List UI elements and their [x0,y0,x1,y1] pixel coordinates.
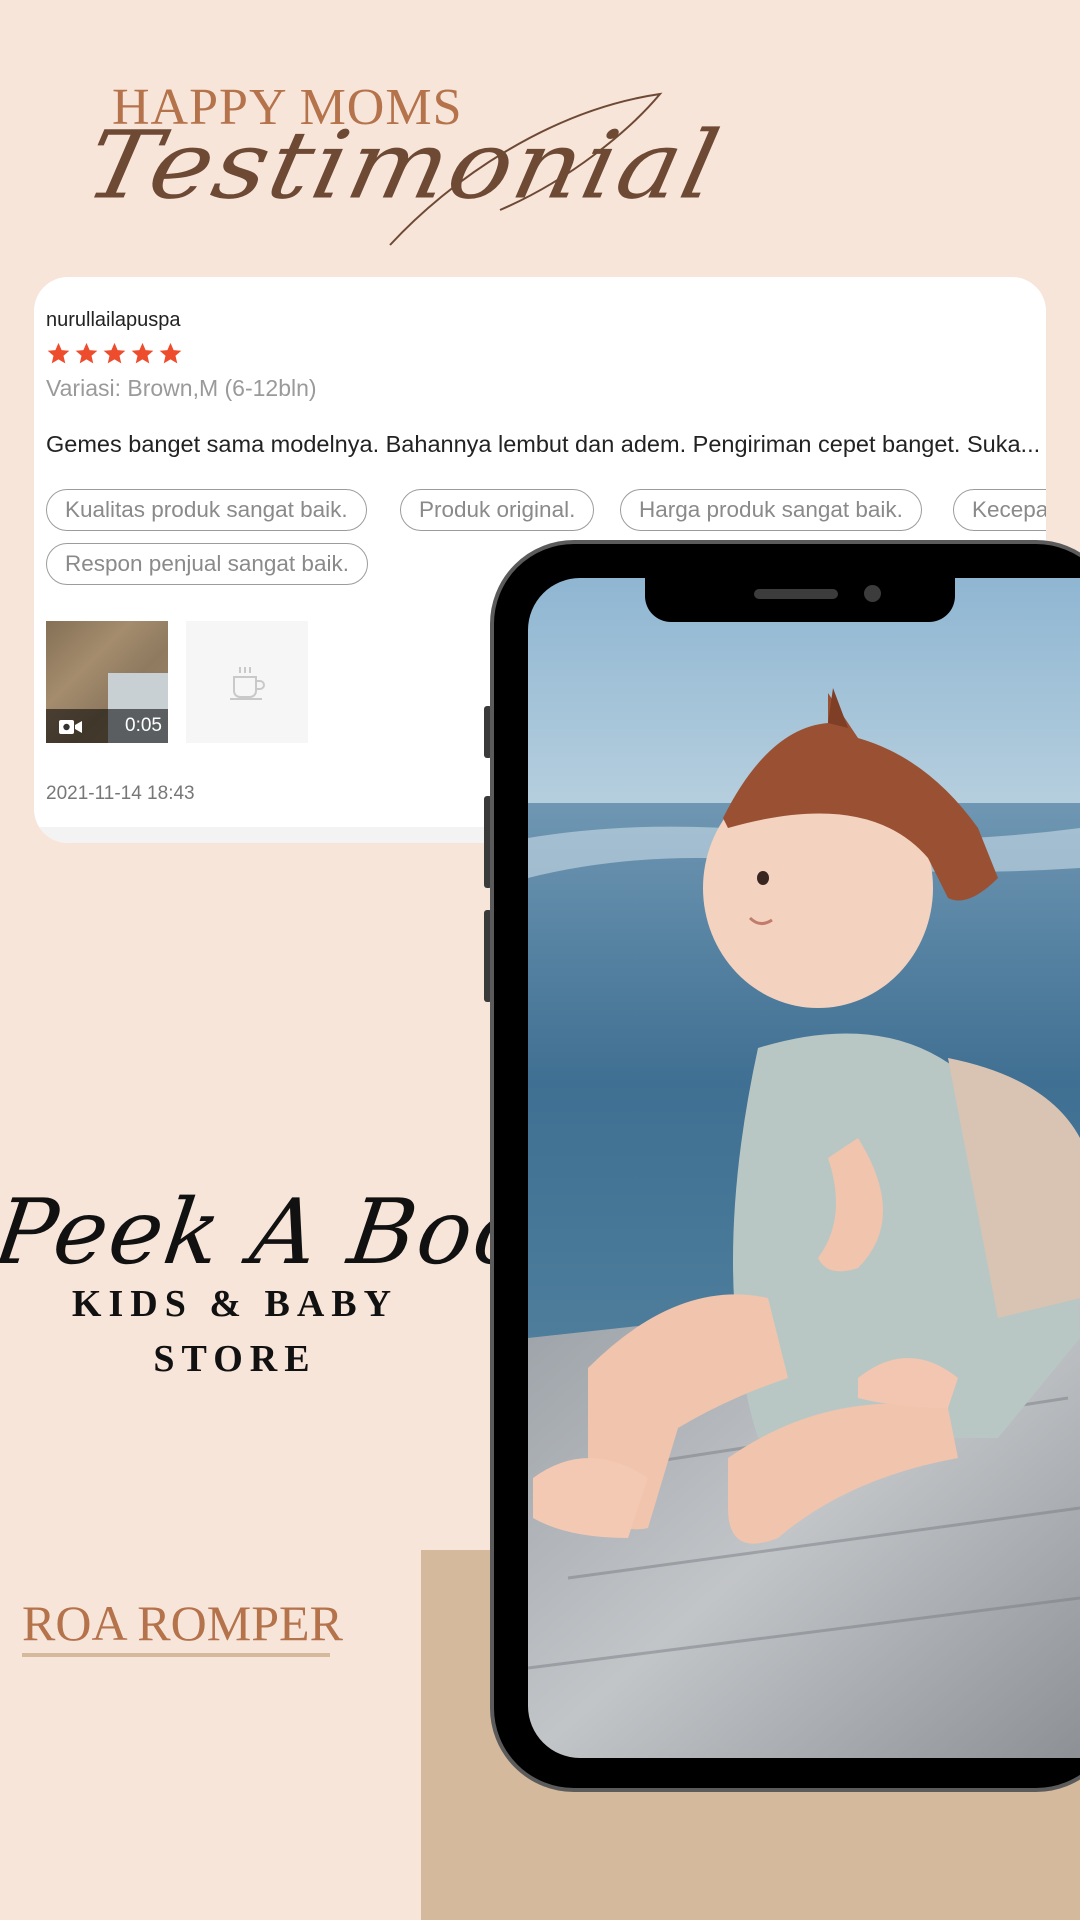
product-name: ROA ROMPER [22,1595,343,1651]
review-tag: Respon penjual sangat baik. [46,543,368,585]
review-username: nurullailapuspa [46,309,181,331]
review-video-thumbnail[interactable]: 0:05 [46,621,168,743]
star-icon [131,342,154,364]
review-comment: Gemes banget sama modelnya. Bahannya lem… [46,431,1041,457]
phone-notch [645,578,955,622]
review-tag: Kualitas produk sangat baik. [46,489,367,531]
phone-front-camera [864,585,881,602]
video-camera-icon [59,720,82,734]
header-title: Testimonial [76,110,731,220]
review-tag: Produk original. [400,489,595,531]
video-duration: 0:05 [125,715,162,736]
review-image-placeholder[interactable] [186,621,308,743]
review-date: 2021-11-14 18:43 [46,783,195,804]
brand-subtitle-line1: KIDS & BABY [71,1283,399,1325]
brand-script: Peek A Boo [0,1180,538,1285]
image-placeholder-icon [230,667,265,700]
phone-speaker [754,589,838,599]
product-underline [22,1653,330,1657]
star-icon [159,342,182,364]
star-icon [47,342,70,364]
review-tag: Harga produk sangat baik. [620,489,922,531]
star-icon [75,342,98,364]
rating-stars [46,341,183,366]
star-icon [103,342,126,364]
brand-subtitle-line2: STORE [153,1338,317,1380]
review-tag: Kecepa [953,489,1046,531]
phone-screen-photo [528,578,1080,1758]
review-variation: Variasi: Brown,M (6-12bln) [46,375,317,401]
